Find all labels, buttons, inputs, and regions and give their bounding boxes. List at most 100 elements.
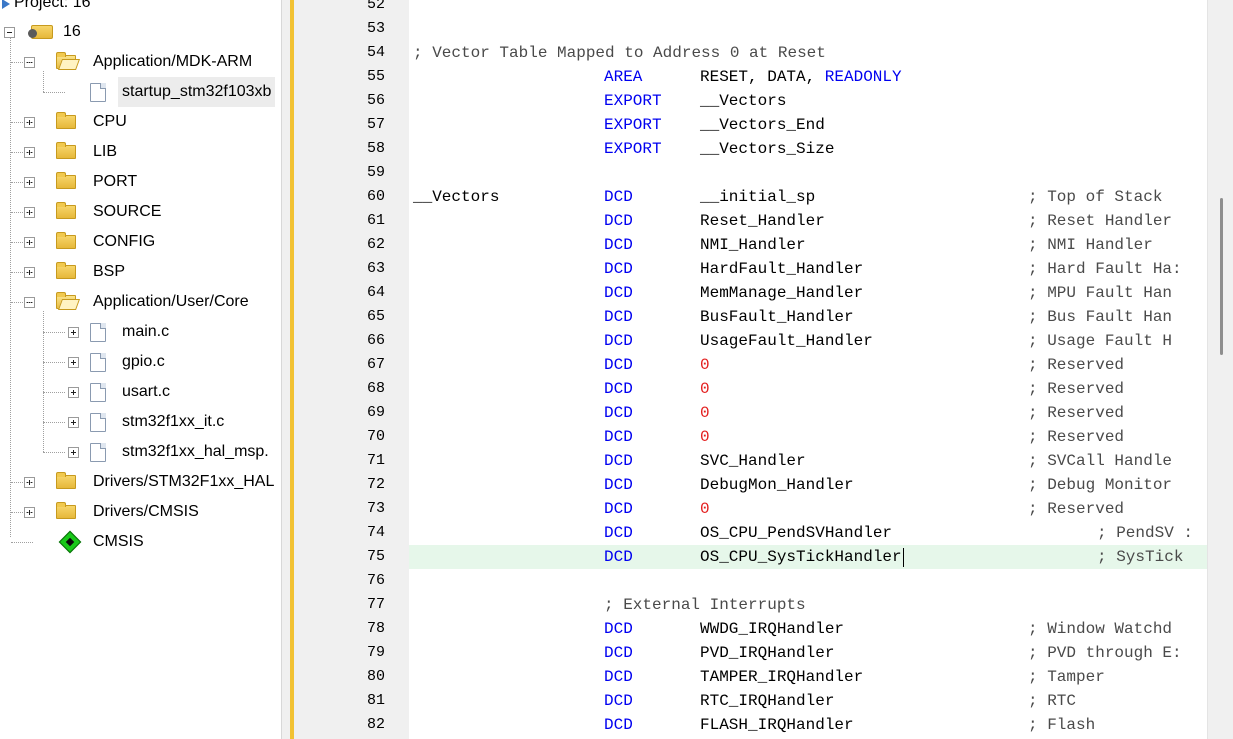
code-line[interactable]: DCD HardFault_Handler ; Hard Fault Ha: [409, 257, 1207, 281]
expand-icon[interactable] [68, 387, 79, 398]
vertical-scrollbar[interactable] [1207, 0, 1233, 739]
code-number: 0 [700, 404, 710, 422]
code-line[interactable]: DCD UsageFault_Handler ; Usage Fault H [409, 329, 1207, 353]
code-operand: RESET, DATA, [700, 68, 825, 86]
code-line[interactable]: DCD 0 ; Reserved [409, 377, 1207, 401]
scrollbar-thumb[interactable] [1220, 198, 1223, 355]
code-line[interactable]: DCD MemManage_Handler ; MPU Fault Han [409, 281, 1207, 305]
code-line[interactable]: AREA RESET, DATA, READONLY [409, 65, 1207, 89]
code-line[interactable]: DCD 0 ; Reserved [409, 425, 1207, 449]
code-directive: DCD [604, 428, 633, 446]
expand-icon[interactable] [68, 417, 79, 428]
code-line[interactable]: ; Vector Table Mapped to Address 0 at Re… [409, 41, 1207, 65]
code-line[interactable]: __Vectors DCD __initial_sp ; Top of Stack [409, 185, 1207, 209]
code-editor[interactable]: ; Vector Table Mapped to Address 0 at Re… [409, 0, 1207, 739]
tree-guide-line [11, 512, 33, 513]
collapse-icon[interactable] [4, 27, 15, 38]
tree-item-label: Application/MDK-ARM [93, 53, 253, 70]
code-line[interactable]: DCD PVD_IRQHandler ; PVD through E: [409, 641, 1207, 665]
tree-guide-line [11, 542, 33, 543]
tree-guide-line [43, 92, 65, 93]
code-number: 0 [700, 356, 710, 374]
tree-item-label: Drivers/STM32F1xx_HAL [93, 473, 275, 490]
line-number: 59 [366, 164, 385, 181]
code-line[interactable]: DCD 0 ; Reserved [409, 353, 1207, 377]
code-operand: WWDG_IRQHandler [700, 620, 845, 638]
code-comment: ; Top of Stack [1028, 188, 1163, 206]
code-directive: DCD [604, 380, 633, 398]
code-directive: DCD [604, 404, 633, 422]
code-number: 0 [700, 500, 710, 518]
code-comment: ; Vector Table Mapped to Address 0 at Re… [413, 44, 826, 62]
code-operand: __Vectors_End [700, 116, 825, 134]
code-comment: ; Reserved [1028, 500, 1125, 518]
code-directive: DCD [604, 620, 633, 638]
code-line[interactable]: DCD 0 ; Reserved [409, 401, 1207, 425]
code-operand: __Vectors [700, 92, 787, 110]
line-number: 66 [366, 332, 385, 349]
tree-item-label: usart.c [122, 383, 171, 400]
code-line[interactable]: DCD BusFault_Handler ; Bus Fault Han [409, 305, 1207, 329]
pane-splitter[interactable] [281, 0, 299, 739]
code-line[interactable]: DCD NMI_Handler ; NMI Handler [409, 233, 1207, 257]
code-comment: ; NMI Handler [1028, 236, 1153, 254]
line-number: 69 [366, 404, 385, 421]
file-icon [90, 83, 106, 102]
tree-guide-line [43, 362, 65, 363]
tree-guide-line [43, 392, 65, 393]
code-directive: DCD [604, 716, 633, 734]
code-line[interactable]: DCD TAMPER_IRQHandler ; Tamper [409, 665, 1207, 689]
code-operand: PVD_IRQHandler [700, 644, 835, 662]
line-number: 68 [366, 380, 385, 397]
code-line[interactable]: DCD WWDG_IRQHandler ; Window Watchd [409, 617, 1207, 641]
code-line[interactable] [409, 161, 1207, 185]
code-line[interactable] [409, 569, 1207, 593]
expand-icon[interactable] [68, 327, 79, 338]
tree-item-label: gpio.c [122, 353, 165, 370]
code-operand: OS_CPU_SysTickHandler [700, 548, 902, 566]
code-line[interactable]: DCD 0 ; Reserved [409, 497, 1207, 521]
code-line[interactable]: ; External Interrupts [409, 593, 1207, 617]
project-arrow-icon [2, 0, 10, 9]
expand-icon[interactable] [68, 447, 79, 458]
code-line-current[interactable]: DCD OS_CPU_SysTickHandler ; SysTick [409, 545, 1207, 569]
code-line[interactable]: EXPORT __Vectors_Size [409, 137, 1207, 161]
file-icon [90, 383, 106, 402]
line-number: 81 [366, 692, 385, 709]
line-number: 67 [366, 356, 385, 373]
line-number: 60 [366, 188, 385, 205]
tree-item-label: stm32f1xx_hal_msp. [122, 443, 269, 460]
code-directive: DCD [604, 692, 633, 710]
code-comment: ; PVD through E: [1028, 644, 1182, 662]
expand-icon[interactable] [68, 357, 79, 368]
tree-guide-line [43, 311, 44, 452]
code-operand: UsageFault_Handler [700, 332, 873, 350]
code-line[interactable]: DCD FLASH_IRQHandler ; Flash [409, 713, 1207, 737]
code-comment: ; Reset Handler [1028, 212, 1173, 230]
code-comment: ; Window Watchd [1028, 620, 1173, 638]
code-directive: DCD [604, 476, 633, 494]
code-comment: ; MPU Fault Han [1028, 284, 1173, 302]
code-comment: ; SVCall Handle [1028, 452, 1173, 470]
file-icon [90, 413, 106, 432]
tree-guide-line [11, 152, 33, 153]
code-line[interactable] [409, 0, 1207, 17]
line-number: 65 [366, 308, 385, 325]
code-comment: ; Reserved [1028, 404, 1125, 422]
code-line[interactable]: DCD SVC_Handler ; SVCall Handle [409, 449, 1207, 473]
code-directive: DCD [604, 332, 633, 350]
code-directive: DCD [604, 260, 633, 278]
code-line[interactable]: DCD Reset_Handler ; Reset Handler [409, 209, 1207, 233]
code-line[interactable]: DCD DebugMon_Handler ; Debug Monitor [409, 473, 1207, 497]
code-line[interactable] [409, 17, 1207, 41]
tree-item-label: PORT [93, 173, 138, 190]
project-target-icon [28, 25, 53, 39]
line-number: 78 [366, 620, 385, 637]
line-number: 61 [366, 212, 385, 229]
code-line[interactable]: EXPORT __Vectors [409, 89, 1207, 113]
line-number: 76 [366, 572, 385, 589]
folder-icon [56, 142, 76, 159]
code-line[interactable]: EXPORT __Vectors_End [409, 113, 1207, 137]
code-line[interactable]: DCD OS_CPU_PendSVHandler ; PendSV : [409, 521, 1207, 545]
code-line[interactable]: DCD RTC_IRQHandler ; RTC [409, 689, 1207, 713]
